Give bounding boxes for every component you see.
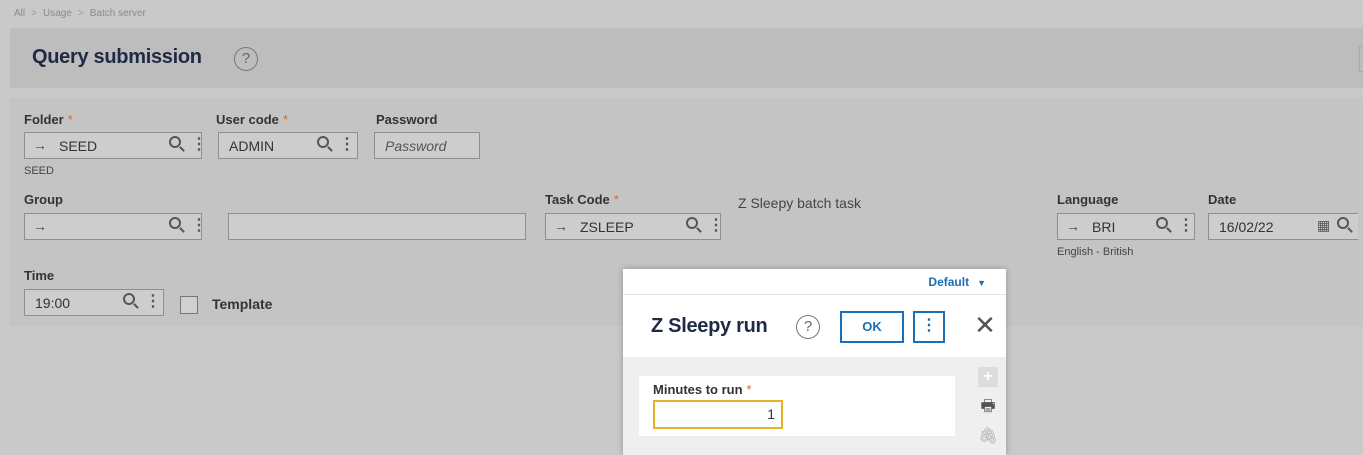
minutes-panel: Minutes to run * 1 [639,376,955,436]
date-value: 16/02/22 [1219,219,1274,235]
print-icon[interactable]: 🖶 [978,397,998,417]
search-icon[interactable] [686,217,698,229]
required-icon: * [746,382,752,397]
user-code-label: User code * [216,112,288,127]
more-vertical-icon[interactable]: ⋮ [339,135,355,155]
group-description-field [228,213,526,240]
user-code-field[interactable]: ADMIN ⋮ [218,132,358,159]
language-description: English - British [1057,246,1134,258]
help-icon[interactable]: ? [234,47,258,71]
template-checkbox[interactable] [180,296,198,314]
search-icon[interactable] [169,136,181,148]
time-label: Time [24,268,55,283]
ok-button[interactable]: OK [840,311,904,343]
task-code-label: Task Code * [545,192,619,207]
task-code-description: Z Sleepy batch task [738,195,861,211]
task-code-value: ZSLEEP [580,219,634,235]
password-label: Password [376,112,438,127]
language-label: Language [1057,192,1119,207]
page-title: Query submission [32,46,202,68]
add-icon[interactable]: + [978,367,998,387]
breadcrumb: All > Usage > Batch server [14,8,146,19]
search-icon[interactable] [317,136,329,148]
language-value: BRI [1092,219,1116,235]
arrow-right-icon: → [33,137,47,153]
default-dropdown[interactable]: Default ▼ [928,275,986,289]
page-header: Query submission ? [10,28,1363,88]
template-label: Template [212,296,273,312]
more-vertical-icon[interactable]: ⋮ [1178,216,1194,236]
search-icon[interactable] [123,293,135,305]
required-icon: * [67,112,73,127]
language-field[interactable]: → BRI ⋮ [1057,213,1195,240]
task-code-field[interactable]: → ZSLEEP ⋮ [545,213,724,240]
close-icon[interactable]: ✕ [973,311,997,341]
group-label: Group [24,192,63,207]
required-icon: * [282,112,288,127]
folder-field[interactable]: → SEED ⋮ [24,132,207,159]
date-label: Date [1208,192,1237,207]
z-sleepy-run-dialog: Default ▼ Z Sleepy run ? OK ⋮ ✕ Minutes t… [623,269,1006,455]
required-icon: * [613,192,619,207]
folder-label: Folder * [24,112,73,127]
breadcrumb-item-all[interactable]: All [14,8,25,19]
breadcrumb-item-usage[interactable]: Usage [43,8,72,19]
help-icon[interactable]: ? [796,315,820,339]
dialog-body: Minutes to run * 1 + 🖶 🖇 [623,357,1006,455]
time-field[interactable]: 19:00 ⋮ [24,289,164,316]
breadcrumb-separator-icon: > [31,8,37,19]
folder-description: SEED [24,165,54,177]
arrow-right-icon: → [33,218,47,234]
attachment-icon[interactable]: 🖇 [978,427,998,447]
group-field[interactable]: → ⋮ [24,213,207,240]
more-vertical-icon[interactable]: ⋮ [191,216,207,236]
minutes-label: Minutes to run * [653,382,752,397]
dialog-title: Z Sleepy run [651,315,768,337]
password-placeholder: Password [385,138,447,154]
more-actions-button[interactable]: ⋮ [913,311,945,343]
date-field[interactable]: 16/02/22 ▦ [1208,213,1358,240]
password-field[interactable]: Password [374,132,480,159]
calendar-icon[interactable]: ▦ [1317,217,1330,234]
breadcrumb-item-batch-server[interactable]: Batch server [90,8,146,19]
arrow-right-icon: → [554,218,568,234]
chevron-down-icon: ▼ [977,278,986,288]
header-action-stub[interactable] [1359,46,1363,72]
arrow-right-icon: → [1066,218,1080,234]
more-vertical-icon[interactable]: ⋮ [145,292,161,312]
folder-value: SEED [59,138,98,154]
search-icon[interactable] [1337,217,1349,229]
divider [623,294,1006,295]
breadcrumb-separator-icon: > [77,8,84,19]
side-toolbar: + 🖶 🖇 [971,357,1006,455]
more-vertical-icon[interactable]: ⋮ [191,135,207,155]
time-value: 19:00 [35,295,71,311]
search-icon[interactable] [169,217,181,229]
search-icon[interactable] [1156,217,1168,229]
minutes-input[interactable]: 1 [653,400,783,429]
user-code-value: ADMIN [229,138,275,154]
more-vertical-icon[interactable]: ⋮ [708,216,724,236]
